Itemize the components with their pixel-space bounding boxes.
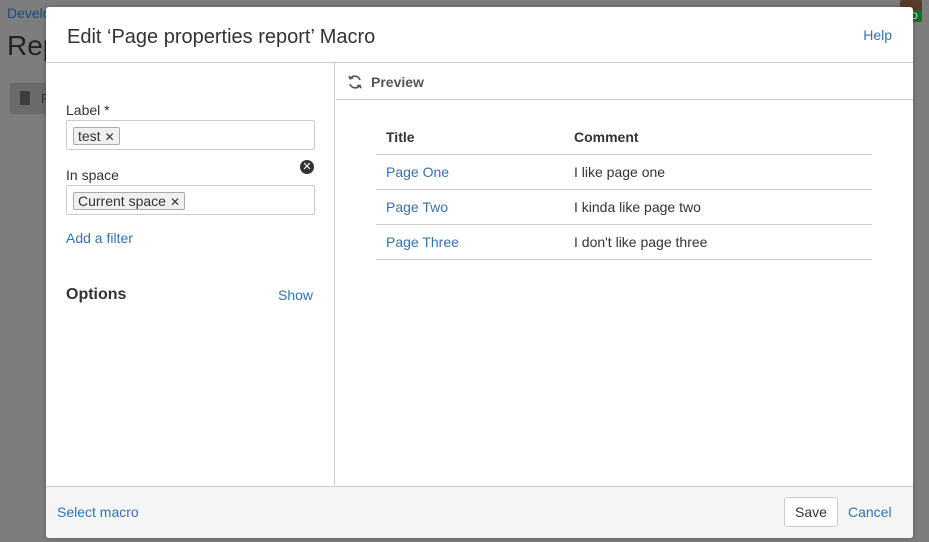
space-input[interactable]: Current space ✕ [66, 185, 315, 215]
add-filter-link[interactable]: Add a filter [66, 230, 133, 246]
page-link[interactable]: Page Two [386, 199, 448, 215]
page-link[interactable]: Page Three [386, 234, 459, 250]
options-show-link[interactable]: Show [278, 287, 313, 303]
space-tag-text: Current space [78, 193, 166, 209]
label-tag-text: test [78, 128, 101, 144]
breadcrumb: Develo [7, 5, 51, 21]
select-macro-link[interactable]: Select macro [57, 504, 139, 520]
table-row: Page Three I don't like page three [376, 225, 872, 260]
label-input[interactable]: test ✕ [66, 120, 315, 150]
help-link[interactable]: Help [863, 27, 892, 43]
table-row: Page Two I kinda like page two [376, 190, 872, 225]
options-heading: Options [66, 286, 127, 303]
preview-table: Title Comment Page One I like page one P… [376, 117, 872, 260]
space-field-label: In space [66, 167, 119, 183]
background-button: F [10, 83, 50, 114]
preview-title: Preview [371, 74, 424, 90]
close-icon[interactable]: ✕ [170, 195, 180, 209]
save-button[interactable]: Save [784, 497, 838, 527]
close-icon[interactable]: ✕ [105, 130, 115, 144]
clear-icon[interactable]: ✕ [300, 160, 314, 174]
macro-dialog: Edit ‘Page properties report’ Macro Help… [46, 7, 913, 538]
page-link[interactable]: Page One [386, 164, 449, 180]
table-header: Title Comment [376, 117, 872, 155]
space-tag: Current space ✕ [73, 192, 185, 210]
refresh-icon[interactable] [347, 74, 363, 90]
label-field-label: Label * [66, 102, 110, 118]
comment-cell: I don't like page three [574, 234, 708, 250]
column-header-title: Title [386, 129, 415, 145]
column-header-comment: Comment [574, 129, 639, 145]
table-row: Page One I like page one [376, 155, 872, 190]
dialog-header: Edit ‘Page properties report’ Macro Help [46, 7, 913, 63]
cancel-button[interactable]: Cancel [848, 504, 892, 520]
preview-header: Preview [336, 63, 913, 100]
comment-cell: I kinda like page two [574, 199, 701, 215]
dialog-footer: Select macro Save Cancel [46, 486, 913, 538]
comment-cell: I like page one [574, 164, 666, 180]
macro-parameters-panel: Label * test ✕ In space ✕ Current space ✕ … [46, 63, 335, 486]
document-icon [20, 91, 30, 105]
dialog-title: Edit ‘Page properties report’ Macro [67, 26, 376, 48]
label-tag: test ✕ [73, 127, 120, 145]
